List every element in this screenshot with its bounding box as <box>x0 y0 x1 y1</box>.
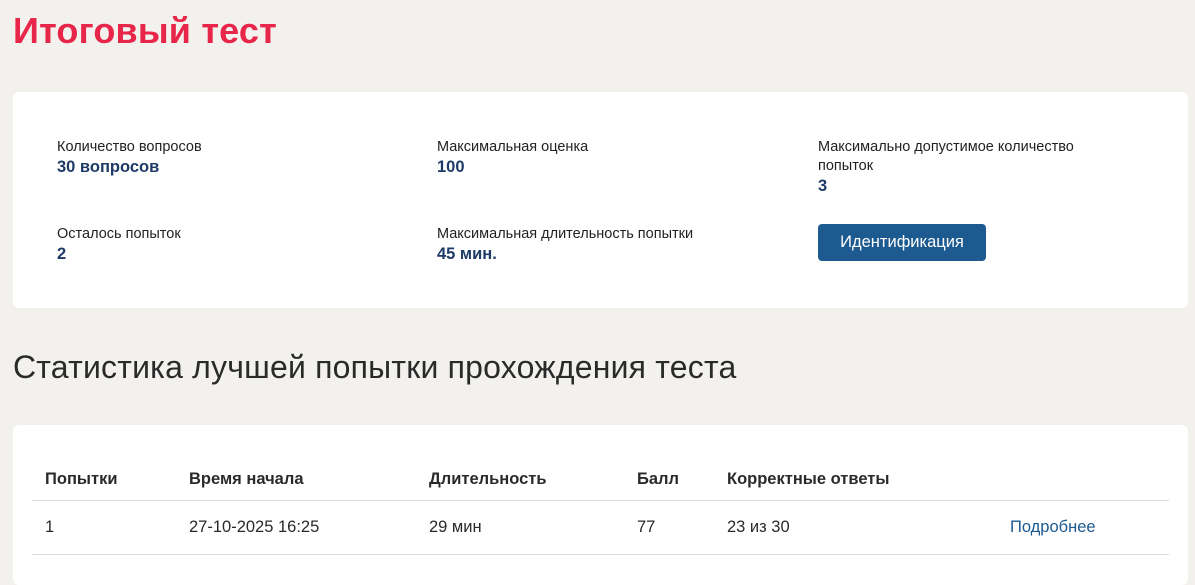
column-header-actions <box>997 458 1169 501</box>
cell-score: 77 <box>624 500 714 555</box>
column-header-start-time: Время начала <box>176 458 416 501</box>
column-header-correct: Корректные ответы <box>714 458 997 501</box>
max-duration-label: Максимальная длительность попытки <box>437 226 694 242</box>
column-header-duration: Длительность <box>416 458 624 501</box>
stats-heading: Статистика лучшей попытки прохождения те… <box>13 349 737 385</box>
questions-count-item: Количество вопросов 30 вопросов <box>57 138 387 178</box>
cell-correct: 23 из 30 <box>714 500 997 555</box>
test-info-card: Количество вопросов 30 вопросов Максимал… <box>13 92 1188 308</box>
questions-count-label: Количество вопросов <box>57 139 202 155</box>
column-header-score: Балл <box>624 458 714 501</box>
table-row: 1 27-10-2025 16:25 29 мин 77 23 из 30 По… <box>32 500 1169 555</box>
max-score-label: Максимальная оценка <box>437 139 589 155</box>
page-title: Итоговый тест <box>13 10 277 51</box>
identification-button[interactable]: Идентификация <box>818 224 986 261</box>
column-header-attempts: Попытки <box>32 458 176 501</box>
details-link[interactable]: Подробнее <box>1010 518 1096 536</box>
cell-attempt: 1 <box>32 500 176 555</box>
max-score-value: 100 <box>437 158 465 176</box>
max-attempts-item: Максимально допустимое количество попыто… <box>818 138 1108 197</box>
remaining-attempts-label: Осталось попыток <box>57 226 181 242</box>
max-attempts-label: Максимально допустимое количество попыто… <box>818 139 1074 174</box>
max-attempts-value: 3 <box>818 177 828 195</box>
max-score-item: Максимальная оценка 100 <box>437 138 767 178</box>
remaining-attempts-value: 2 <box>57 245 67 263</box>
remaining-attempts-item: Осталось попыток 2 <box>57 225 387 265</box>
cell-start-time: 27-10-2025 16:25 <box>176 500 416 555</box>
attempts-table: Попытки Время начала Длительность Балл К… <box>32 458 1169 555</box>
table-header-row: Попытки Время начала Длительность Балл К… <box>32 458 1169 501</box>
stats-card: Попытки Время начала Длительность Балл К… <box>13 425 1188 585</box>
cell-duration: 29 мин <box>416 500 624 555</box>
max-duration-value: 45 мин. <box>437 245 497 263</box>
cell-details: Подробнее <box>997 500 1169 555</box>
max-duration-item: Максимальная длительность попытки 45 мин… <box>437 225 767 265</box>
questions-count-value: 30 вопросов <box>57 158 160 176</box>
